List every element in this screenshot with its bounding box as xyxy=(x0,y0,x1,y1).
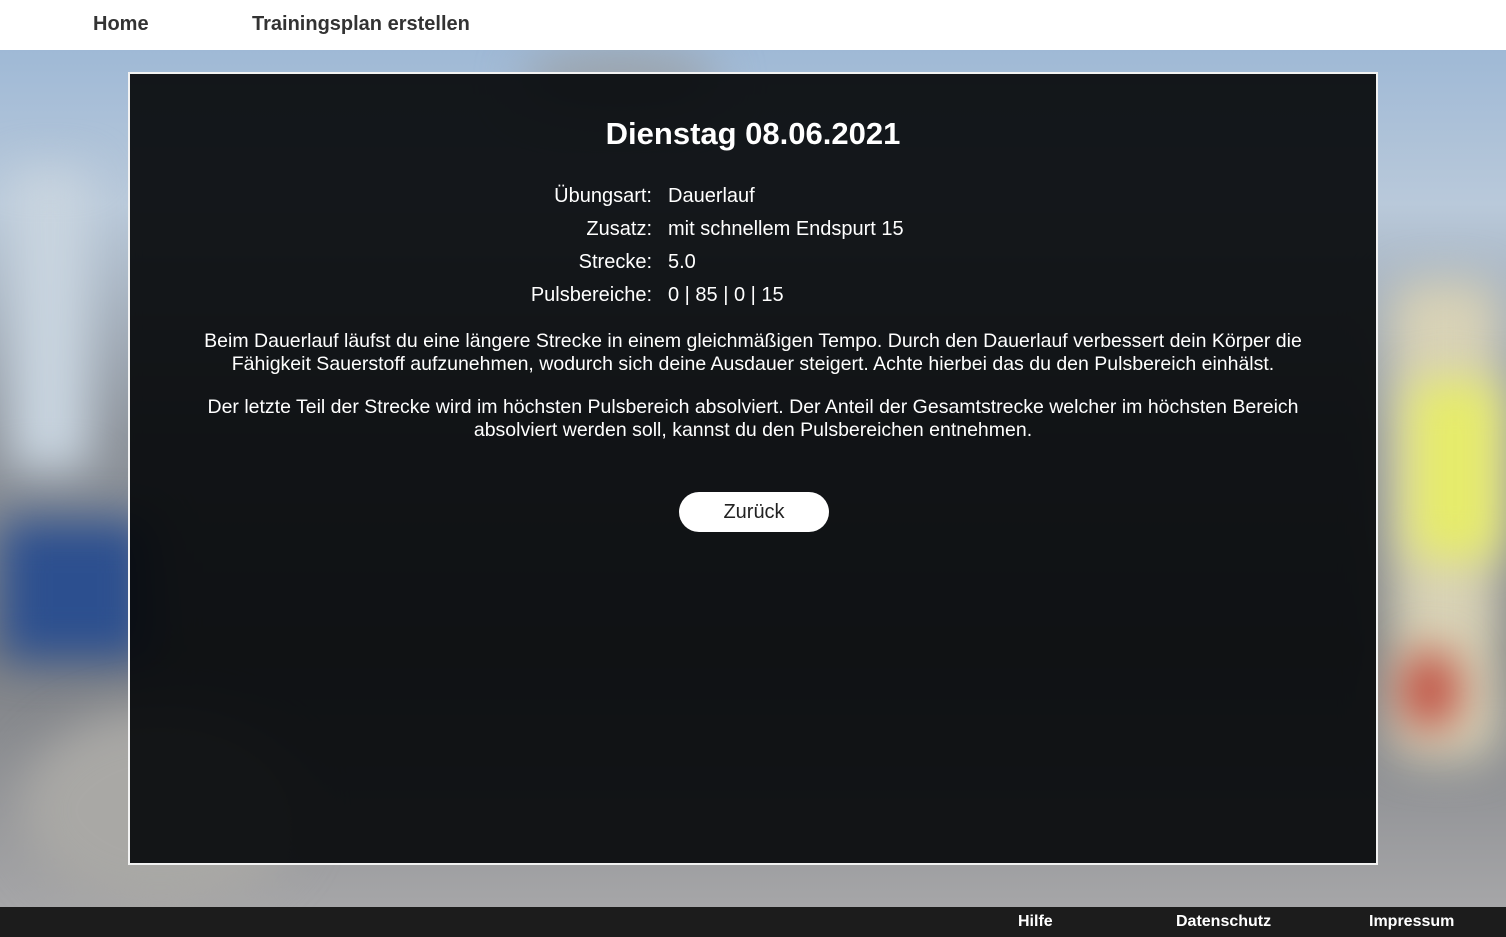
detail-value: 5.0 xyxy=(668,251,696,273)
background-blur-shape xyxy=(10,170,90,470)
detail-row-uebungsart: Übungsart: Dauerlauf xyxy=(130,180,1376,213)
detail-label: Strecke: xyxy=(578,251,652,273)
detail-label: Pulsbereiche: xyxy=(530,284,652,306)
background-blur-shape xyxy=(1400,650,1460,730)
description-paragraph: Beim Dauerlauf läufst du eine längere St… xyxy=(204,330,1302,375)
detail-row-pulsbereiche: Pulsbereiche: 0 | 85 | 0 | 15 xyxy=(130,279,1376,312)
footer-link-datenschutz[interactable]: Datenschutz xyxy=(1176,913,1271,931)
background-blur-shape xyxy=(1410,380,1500,560)
detail-value: Dauerlauf xyxy=(668,185,755,207)
footer: Hilfe Datenschutz Impressum xyxy=(0,907,1506,937)
detail-label: Übungsart: xyxy=(554,185,652,207)
top-navigation: Home Trainingsplan erstellen xyxy=(0,0,1506,50)
nav-link-home[interactable]: Home xyxy=(93,13,149,36)
back-button[interactable]: Zurück xyxy=(679,492,829,532)
detail-row-zusatz: Zusatz: mit schnellem Endspurt 15 xyxy=(130,213,1376,246)
training-detail-panel: Dienstag 08.06.2021 Übungsart: Dauerlauf… xyxy=(128,72,1378,865)
training-details: Übungsart: Dauerlauf Zusatz: mit schnell… xyxy=(130,180,1376,312)
nav-link-trainingsplan-erstellen[interactable]: Trainingsplan erstellen xyxy=(252,13,470,36)
description-paragraph: Der letzte Teil der Strecke wird im höch… xyxy=(207,396,1299,441)
detail-value: 0 | 85 | 0 | 15 xyxy=(668,284,784,306)
detail-value: mit schnellem Endspurt 15 xyxy=(668,218,904,240)
page-title: Dienstag 08.06.2021 xyxy=(605,116,901,151)
detail-row-strecke: Strecke: 5.0 xyxy=(130,246,1376,279)
footer-link-impressum[interactable]: Impressum xyxy=(1369,913,1454,931)
detail-label: Zusatz: xyxy=(586,218,652,240)
footer-link-hilfe[interactable]: Hilfe xyxy=(1018,913,1053,931)
